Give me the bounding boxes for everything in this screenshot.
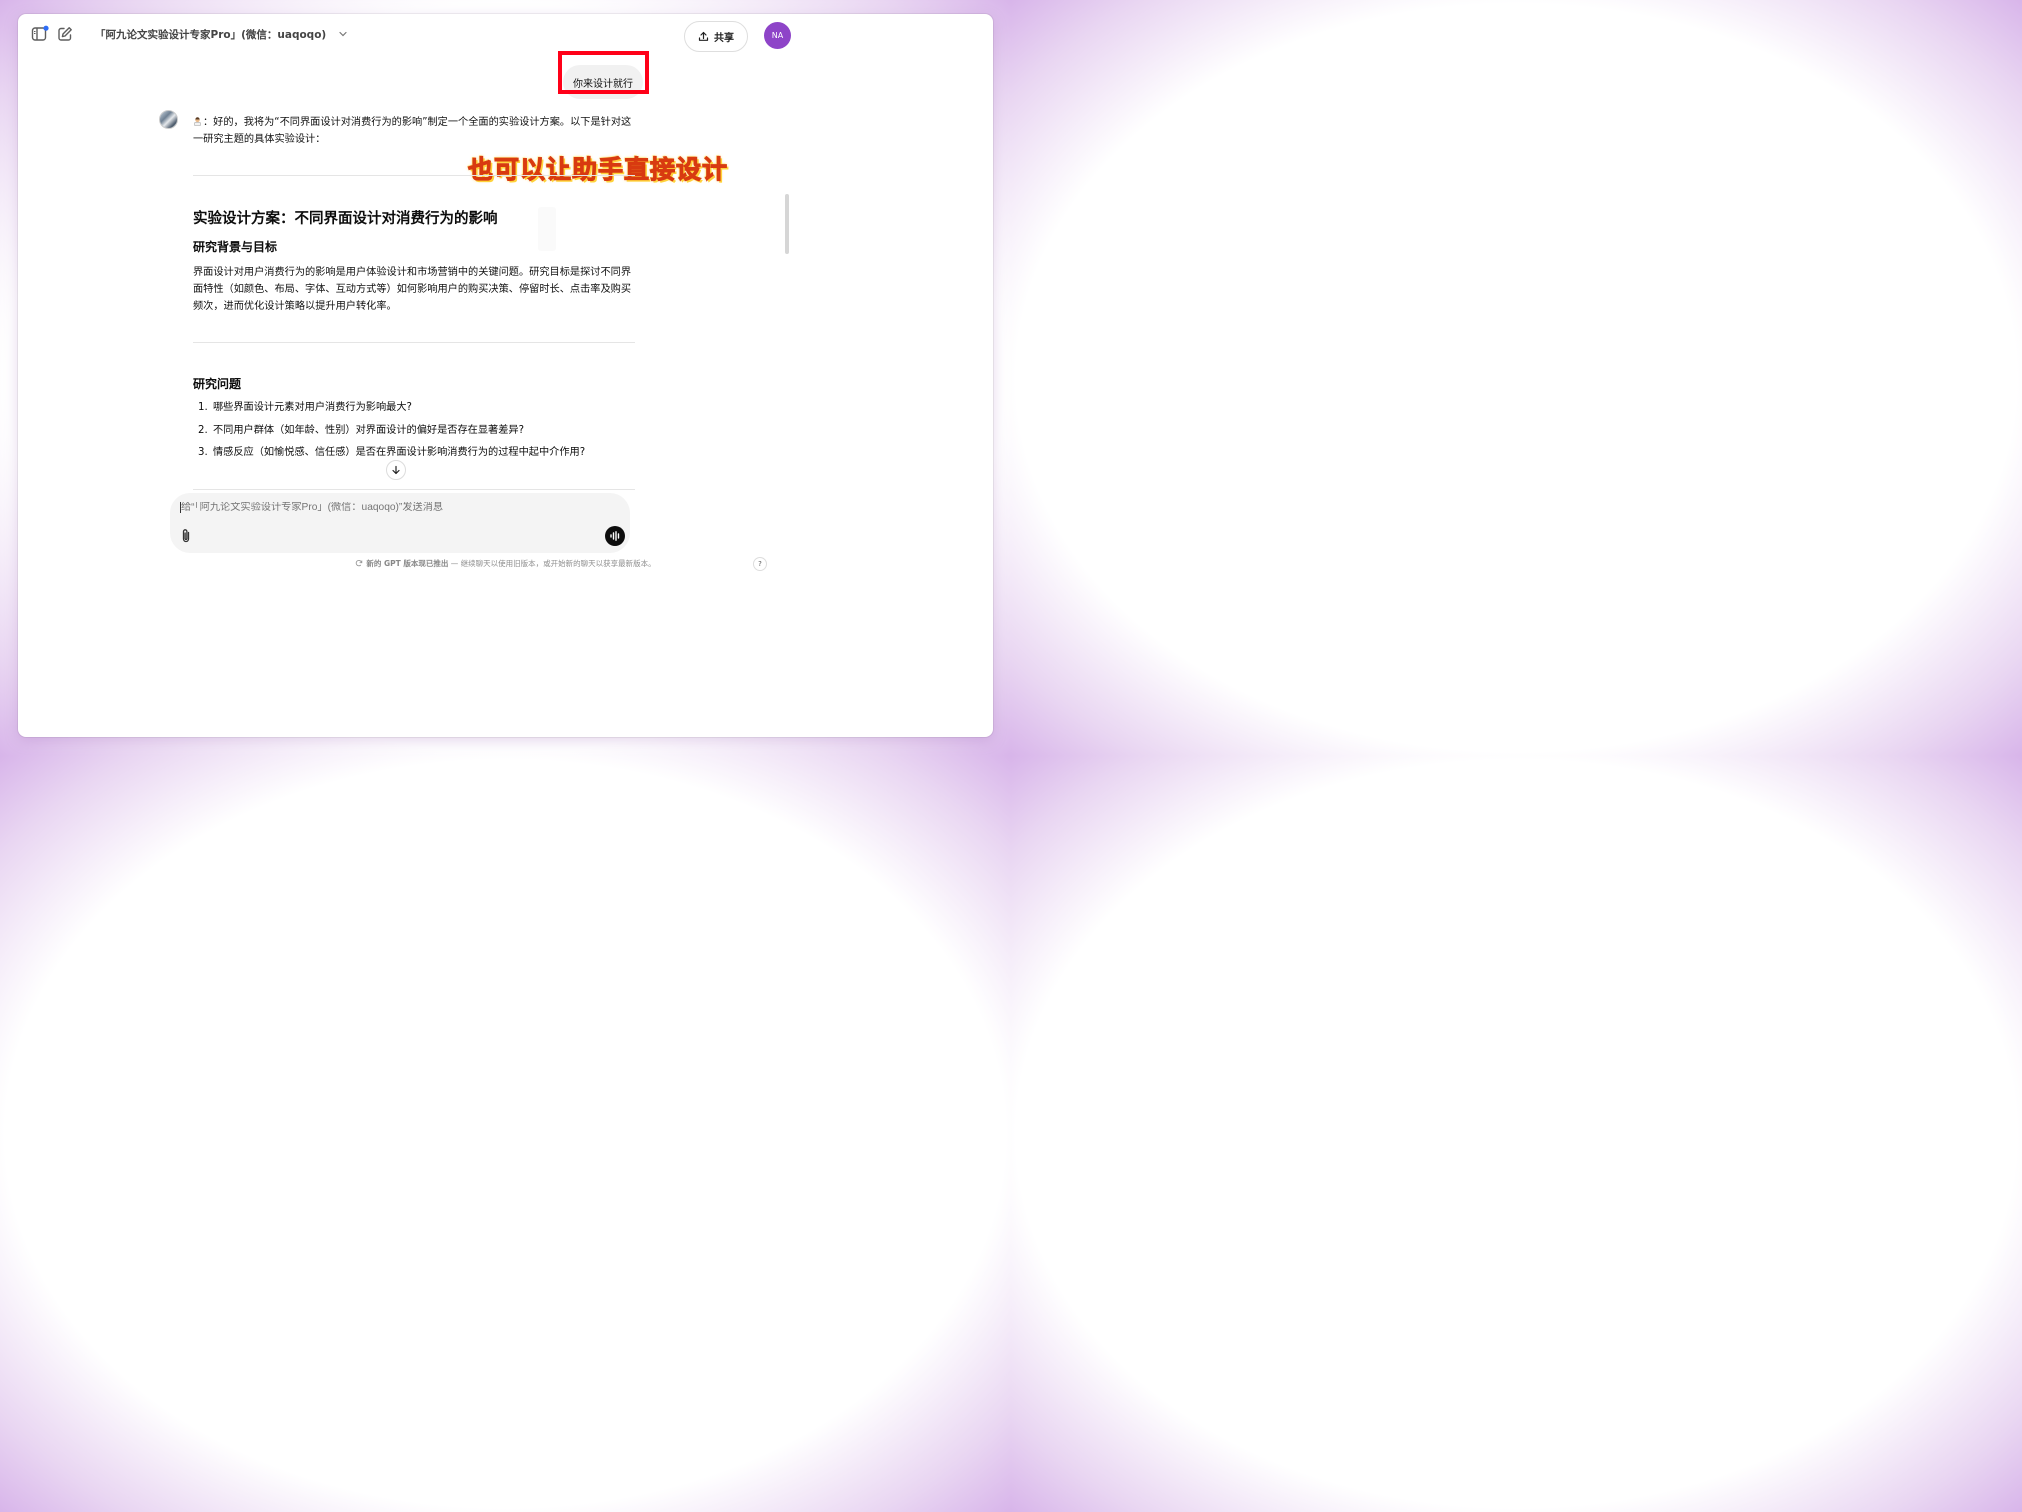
section-heading-questions: 研究问题 [193,377,242,391]
chat-window: 「阿九论文实验设计专家Pro」(微信：uaqoqo) 共享 NA 你来设计就行 … [18,14,993,737]
new-chat-icon[interactable] [57,26,73,42]
divider [193,489,635,490]
faint-overlay [538,207,556,251]
scrollbar[interactable] [785,194,789,254]
voice-icon [609,530,621,542]
voice-button[interactable] [605,526,625,546]
assistant-intro: ：好的，我将为“不同界面设计对消费行为的影响”制定一个全面的实验设计方案。以下是… [193,114,641,148]
list-item: 3. 情感反应（如愉悦感、信任感）是否在界面设计影响消费行为的过程中起中介作用? [198,447,586,458]
list-item: 2. 不同用户群体（如年龄、性别）对界面设计的偏好是否存在显著差异? [198,424,525,436]
questions-list: 1. 哪些界面设计元素对用户消费行为影响最大? 2. 不同用户群体（如年龄、性别）对… [198,399,638,467]
arrow-down-icon [391,465,401,475]
version-notice: 新的 GPT 版本现已推出 — 继续聊天以使用旧版本，或开始新的聊天以获享最新版… [18,558,993,569]
message-input[interactable] [180,502,600,513]
notice-text: — 继续聊天以使用旧版本，或开始新的聊天以获享最新版本。 [448,559,656,568]
annotation-overlay-text: 也可以让助手直接设计 [468,150,746,192]
plan-title: 实验设计方案：不同界面设计对消费行为的影响 [193,211,498,227]
background-paragraph: 界面设计对用户消费行为的影响是用户体验设计和市场营销中的关键问题。研究目标是探讨… [193,267,632,312]
annotation-highlight-box [558,51,649,94]
refresh-notice-icon [355,559,363,569]
share-button[interactable]: 共享 [684,21,748,52]
chevron-down-icon [338,29,348,39]
paperclip-icon[interactable] [179,528,193,544]
divider [193,342,635,343]
upload-icon [698,31,709,42]
message-composer [170,493,630,553]
assistant-avatar [159,110,178,129]
model-title: 「阿九论文实验设计专家Pro」(微信：uaqoqo) [95,29,327,41]
notice-bold: 新的 GPT 版本现已推出 [366,559,449,568]
assistant-intro-text: ：好的，我将为“不同界面设计对消费行为的影响”制定一个全面的实验设计方案。以下是… [193,117,632,145]
top-bar: 「阿九论文实验设计专家Pro」(微信：uaqoqo) 共享 NA [18,14,993,58]
list-item: 1. 哪些界面设计元素对用户消费行为影响最大? [198,402,412,413]
divider [193,175,635,176]
avatar[interactable]: NA [764,22,791,49]
sidebar-icon[interactable] [31,25,49,43]
share-label: 共享 [714,33,734,44]
help-button[interactable]: ? [753,557,767,571]
model-selector[interactable]: 「阿九论文实验设计专家Pro」(微信：uaqoqo) [95,27,347,42]
scientist-emoji-icon [193,115,202,127]
section-heading-background: 研究背景与目标 [193,240,278,254]
scroll-to-bottom-button[interactable] [386,460,406,480]
